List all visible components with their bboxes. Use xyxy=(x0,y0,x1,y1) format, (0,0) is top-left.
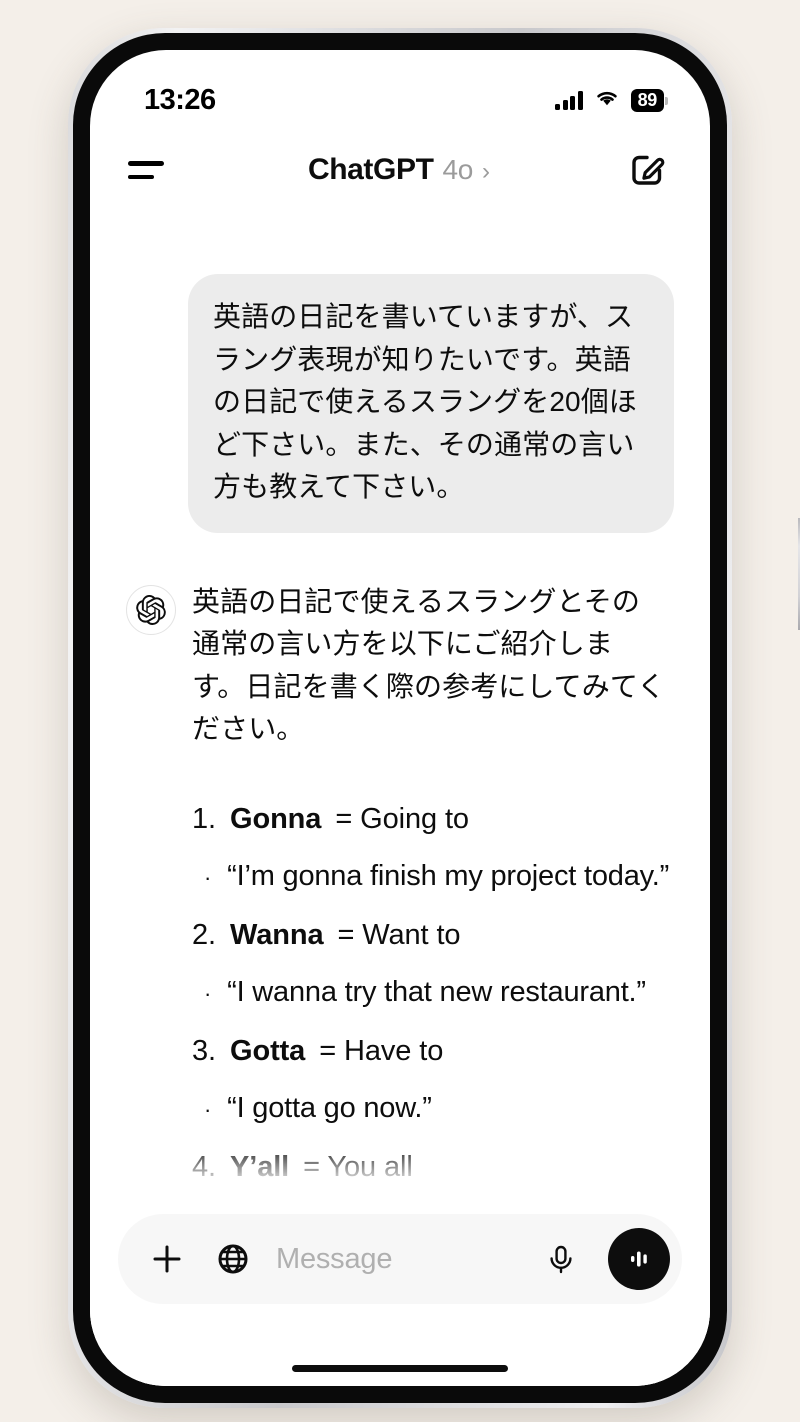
slang-heading: 4. Y’all = You all xyxy=(126,1139,674,1196)
search-input[interactable]: Message xyxy=(276,1243,518,1276)
user-message-bubble: 英語の日記を書いていますが、スラング表現が知りたいです。英語の日記で使えるスラン… xyxy=(188,274,674,533)
slang-example: · “I gotta go now.” xyxy=(126,1080,674,1137)
phone-frame: 13:26 89 ChatGPT 4o › 英語の日記を書いていますが、スラング… xyxy=(68,28,800,1408)
list-number: 1. xyxy=(192,802,216,835)
slang-example-text: “I wanna try that new restaurant.” xyxy=(227,975,646,1008)
compose-new-chat-icon[interactable] xyxy=(624,147,670,193)
slang-term: Gotta xyxy=(230,1034,306,1067)
cellular-signal-icon xyxy=(555,90,583,110)
slang-meaning: = Want to xyxy=(337,918,461,951)
phone-screen: 13:26 89 ChatGPT 4o › 英語の日記を書いていますが、スラング… xyxy=(90,50,710,1386)
list-item: 2. Wanna = Want to · “I wanna try that n… xyxy=(126,907,674,1021)
user-message-row: 英語の日記を書いていますが、スラング表現が知りたいです。英語の日記で使えるスラン… xyxy=(126,274,674,533)
slang-term: Wanna xyxy=(230,918,324,951)
slang-heading: 1. Gonna = Going to xyxy=(126,791,674,848)
home-indicator xyxy=(292,1365,508,1372)
microphone-icon[interactable] xyxy=(538,1236,584,1282)
assistant-message-row: 英語の日記で使えるスラングとその通常の言い方を以下にご紹介します。日記を書く際の… xyxy=(126,581,674,751)
model-name-label: 4o xyxy=(442,154,474,185)
slang-example: · “I wanna try that new restaurant.” xyxy=(126,964,674,1021)
hamburger-menu-icon[interactable] xyxy=(128,147,174,193)
status-bar: 13:26 89 xyxy=(90,50,710,128)
slang-heading: 3. Gotta = Have to xyxy=(126,1023,674,1080)
globe-icon[interactable] xyxy=(210,1236,256,1282)
wifi-icon xyxy=(594,88,620,112)
app-header: ChatGPT 4o › xyxy=(90,128,710,212)
model-switcher-button[interactable]: ChatGPT 4o › xyxy=(308,153,490,187)
status-bar-time: 13:26 xyxy=(144,83,216,116)
openai-logo-icon xyxy=(126,584,176,635)
page-title: ChatGPT xyxy=(307,153,434,186)
status-bar-icons: 89 xyxy=(555,88,669,112)
chevron-right-icon: › xyxy=(482,158,491,185)
bullet-icon: · xyxy=(204,864,212,890)
slang-example-text: “I gotta go now.” xyxy=(227,1091,432,1124)
list-item: 1. Gonna = Going to · “I’m gonna finish … xyxy=(126,791,674,905)
list-number: 2. xyxy=(192,918,216,951)
composer-bar: Message xyxy=(90,1200,710,1386)
slang-meaning: = Going to xyxy=(335,802,469,835)
slang-example-text: “I’m gonna finish my project today.” xyxy=(227,859,670,892)
list-number: 4. xyxy=(192,1150,216,1183)
bullet-icon: · xyxy=(204,980,212,1006)
bullet-icon: · xyxy=(204,1096,212,1122)
phone-bezel: 13:26 89 ChatGPT 4o › 英語の日記を書いていますが、スラング… xyxy=(73,33,727,1403)
plus-icon[interactable] xyxy=(144,1236,190,1282)
message-input-container[interactable]: Message xyxy=(118,1214,682,1304)
voice-waveform-icon[interactable] xyxy=(608,1228,670,1290)
slang-heading: 2. Wanna = Want to xyxy=(126,907,674,964)
slang-meaning: = You all xyxy=(303,1150,413,1183)
assistant-intro-text: 英語の日記で使えるスラングとその通常の言い方を以下にご紹介します。日記を書く際の… xyxy=(192,585,666,745)
slang-meaning: = Have to xyxy=(319,1034,444,1067)
list-number: 3. xyxy=(192,1034,216,1067)
slang-example: · “I’m gonna finish my project today.” xyxy=(126,848,674,905)
list-item: 3. Gotta = Have to · “I gotta go now.” xyxy=(126,1023,674,1137)
slang-term: Gonna xyxy=(230,802,322,835)
slang-term: Y’all xyxy=(230,1150,290,1183)
battery-status-badge: 89 xyxy=(630,88,669,112)
